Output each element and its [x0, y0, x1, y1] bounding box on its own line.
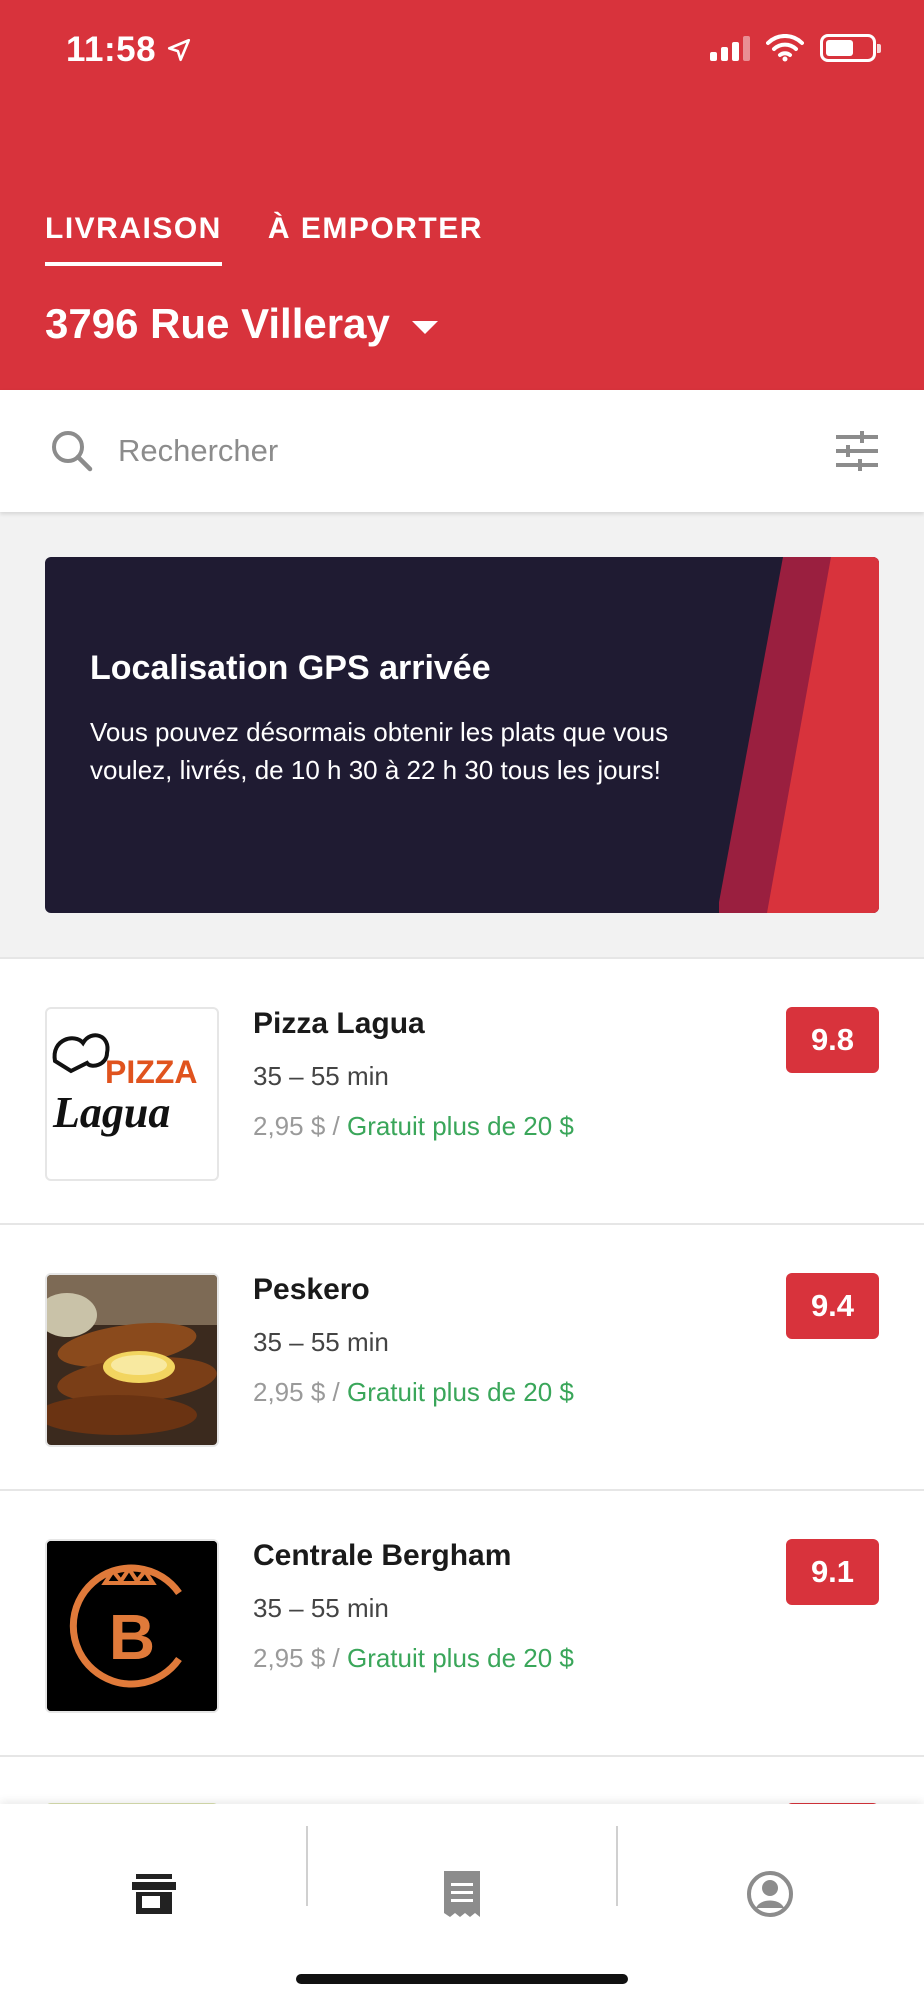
clock-text: 11:58 [66, 30, 157, 69]
restaurant-name: Pizza Lagua [253, 1007, 425, 1040]
address-text: 3796 Rue Villeray [45, 300, 390, 347]
location-arrow-icon [168, 38, 191, 62]
restaurant-name: Peskero [253, 1273, 370, 1306]
chevron-down-icon [411, 320, 438, 334]
delivery-time: 35 – 55 min [253, 1061, 389, 1091]
app-header: 11:58 LIVRAISON À EMPORTER 3796 Rue Vill… [0, 0, 924, 390]
filter-sliders-icon[interactable] [834, 431, 878, 471]
banner-body: Vous pouvez désormais obtenir les plats … [90, 717, 669, 785]
restaurant-card[interactable]: Peskero 35 – 55 min 2,95 $ / Gratuit plu… [0, 1223, 924, 1489]
restaurant-list: PIZZA Lagua Pizza Lagua 35 – 55 min 2,95… [0, 957, 924, 1817]
delivery-time: 35 – 55 min [253, 1593, 389, 1623]
free-delivery-label: Gratuit plus de 20 $ [346, 1643, 574, 1673]
nav-item-stores[interactable] [0, 1804, 308, 1924]
battery-icon [820, 34, 881, 62]
promo-banner[interactable]: Localisation GPS arrivée Vous pouvez dés… [45, 557, 879, 913]
banner-stripes-decoration [719, 557, 879, 913]
restaurant-card[interactable]: PIZZA Lagua Pizza Lagua 35 – 55 min 2,95… [0, 957, 924, 1223]
rating-badge: 9.8 [786, 1007, 879, 1073]
home-indicator [296, 1974, 628, 1984]
free-delivery-label: Gratuit plus de 20 $ [346, 1377, 574, 1407]
cellular-signal-icon [710, 35, 750, 61]
rating-badge: 9.4 [786, 1273, 879, 1339]
centrale-bergham-logo: B [45, 1539, 219, 1713]
tab-livraison[interactable]: LIVRAISON [45, 212, 222, 266]
receipt-icon [444, 1871, 480, 1917]
search-icon [52, 431, 93, 472]
fried-fish-photo [45, 1273, 219, 1447]
search-input[interactable] [118, 433, 834, 469]
svg-text:B: B [109, 1601, 155, 1673]
free-delivery-label: Gratuit plus de 20 $ [346, 1111, 574, 1141]
rating-badge: 9.1 [786, 1539, 879, 1605]
pizza-lagua-logo-bottom-text: Lagua [52, 1088, 170, 1137]
delivery-mode-tabs: LIVRAISON À EMPORTER [45, 212, 483, 266]
tab-a-emporter[interactable]: À EMPORTER [268, 212, 483, 266]
account-icon [747, 1871, 793, 1917]
restaurant-card[interactable]: B Centrale Bergham 35 – 55 min 2,95 $ / … [0, 1489, 924, 1755]
restaurant-name: Centrale Bergham [253, 1539, 512, 1572]
bottom-navigation [0, 1804, 924, 2000]
search-bar [0, 390, 924, 512]
delivery-time: 35 – 55 min [253, 1327, 389, 1357]
address-selector[interactable]: 3796 Rue Villeray [45, 300, 438, 348]
status-indicators [710, 34, 881, 62]
nav-item-account[interactable] [616, 1804, 924, 1924]
pizza-lagua-logo-top-text: PIZZA [105, 1054, 197, 1090]
status-bar-time: 11:58 [66, 30, 192, 70]
banner-title: Localisation GPS arrivée [90, 649, 491, 687]
delivery-fee: 2,95 $ / Gratuit plus de 20 $ [253, 1643, 574, 1673]
nav-item-orders[interactable] [308, 1804, 616, 1924]
store-icon [132, 1874, 176, 1914]
delivery-fee: 2,95 $ / Gratuit plus de 20 $ [253, 1377, 574, 1407]
delivery-fee: 2,95 $ / Gratuit plus de 20 $ [253, 1111, 574, 1141]
pizza-lagua-logo: PIZZA Lagua [45, 1007, 219, 1181]
wifi-icon [766, 34, 804, 62]
